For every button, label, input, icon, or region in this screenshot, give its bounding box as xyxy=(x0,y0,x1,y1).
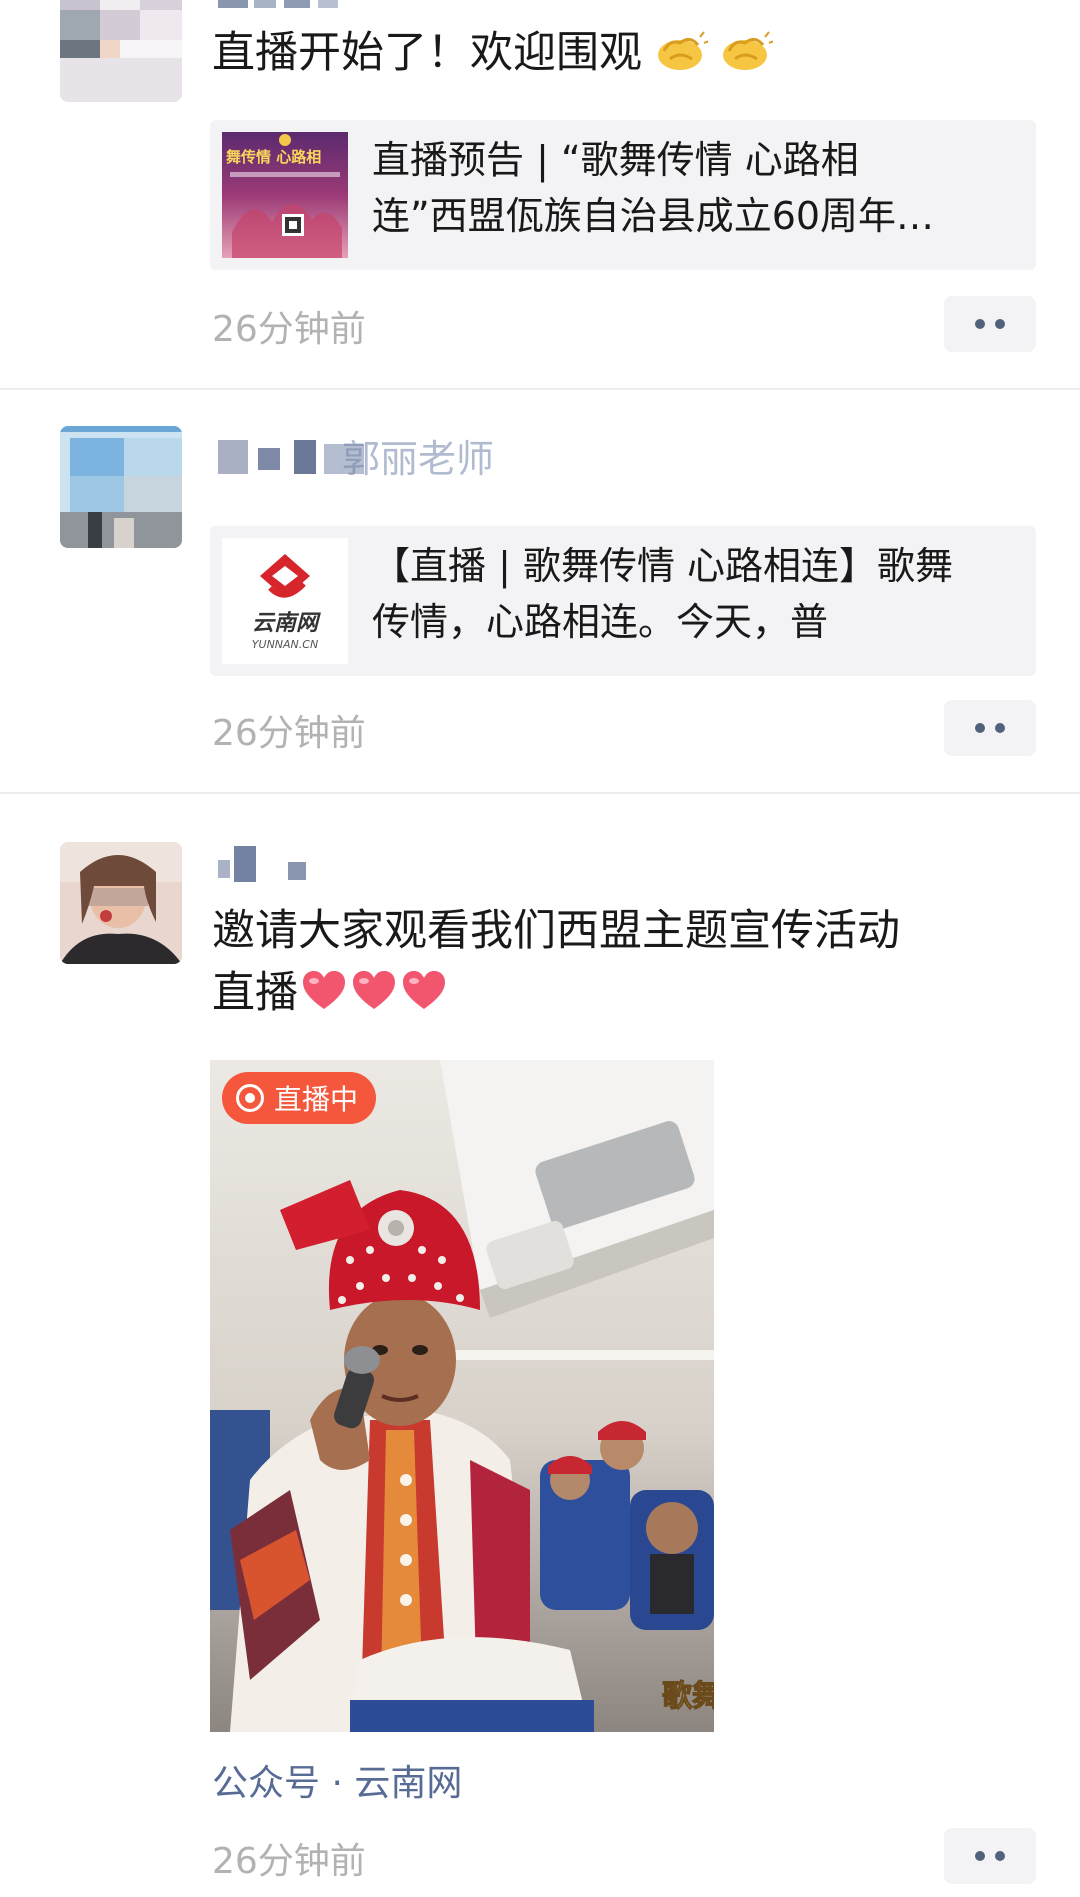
avatar[interactable] xyxy=(60,0,182,102)
link-title-line-1: 直播预告 | “歌舞传情 心路相 xyxy=(372,138,859,182)
dot-icon xyxy=(975,723,985,733)
link-title-line-1: 【直播 | 歌舞传情 心路相连】歌舞 xyxy=(372,544,954,588)
avatar-image xyxy=(60,0,182,102)
post-timestamp: 26分钟前 xyxy=(212,309,366,350)
blurred-name: 郭丽老师 xyxy=(218,437,494,478)
post-text-line-1: 邀请大家观看我们西盟主题宣传活动 xyxy=(212,906,900,956)
more-actions-button[interactable] xyxy=(944,700,1036,756)
clap-icon xyxy=(657,31,708,70)
source-account-link[interactable]: 公众号 · 云南网 xyxy=(212,1754,462,1806)
live-video-card[interactable]: 歌舞 直播中 xyxy=(210,1060,714,1732)
post-divider xyxy=(0,792,1080,794)
link-title-line-2: 传情，心路相连。今天，普 xyxy=(372,600,829,644)
live-status-badge: 直播中 xyxy=(222,1072,377,1124)
post-text-line-2: 直播 xyxy=(212,968,298,1018)
avatar-image xyxy=(60,426,182,548)
link-title: 【直播 | 歌舞传情 心路相连】歌舞 传情，心路相连。今天，普 xyxy=(372,538,1018,650)
avatar[interactable] xyxy=(60,426,182,548)
heart-icon xyxy=(353,971,395,1009)
live-badge-label: 直播中 xyxy=(274,1083,359,1116)
link-title: 直播预告 | “歌舞传情 心路相 连”西盟佤族自治县成立60周年… xyxy=(372,132,1018,244)
shared-link-card[interactable]: 舞传情 心路相 直播预告 | “歌舞传情 心路相 连”西盟佤族自治县成立60周年… xyxy=(210,120,1036,270)
poster-title: 舞传情 心路相 xyxy=(226,148,321,166)
blurred-name-text: 郭丽老师 xyxy=(342,437,494,478)
link-thumbnail: 云南网 YUNNAN.CN xyxy=(222,538,348,664)
link-thumbnail: 舞传情 心路相 xyxy=(222,132,348,258)
blurred-name xyxy=(218,0,338,8)
link-title-line-2: 连”西盟佤族自治县成立60周年… xyxy=(372,194,935,238)
dot-icon xyxy=(995,319,1005,329)
heart-icon xyxy=(403,971,445,1009)
post-timestamp: 26分钟前 xyxy=(212,1841,366,1882)
yunnan-net-logo: 云南网 YUNNAN.CN xyxy=(222,538,348,664)
logo-subtext: YUNNAN.CN xyxy=(252,638,318,651)
author-name-blurred[interactable] xyxy=(214,842,324,886)
post-timestamp: 26分钟前 xyxy=(212,713,366,754)
moment-post: 郭丽老师 云南网 YUNNAN.CN 【直播 | 歌舞传情 心路相连】歌舞 传情… xyxy=(0,392,1080,794)
video-caption-text: 歌舞 xyxy=(662,1679,714,1714)
live-stream-thumbnail: 歌舞 xyxy=(210,1060,714,1732)
shared-link-card[interactable]: 云南网 YUNNAN.CN 【直播 | 歌舞传情 心路相连】歌舞 传情，心路相连… xyxy=(210,526,1036,676)
heart-icon xyxy=(303,971,345,1009)
author-name-blurred[interactable] xyxy=(214,0,364,16)
dot-icon xyxy=(975,319,985,329)
moment-post: 直播开始了！欢迎围观 舞传情 心路相 直播预告 | “歌舞传情 心路相 连”西盟… xyxy=(0,0,1080,390)
dot-icon xyxy=(995,723,1005,733)
dot-icon xyxy=(995,1851,1005,1861)
logo-text: 云南网 xyxy=(252,611,321,636)
clap-icon xyxy=(723,31,774,70)
more-actions-button[interactable] xyxy=(944,296,1036,352)
moment-post: 邀请大家观看我们西盟主题宣传活动 直播 歌舞 直播中 公众号 · 云南网 26分… xyxy=(0,796,1080,1897)
avatar[interactable] xyxy=(60,842,182,964)
moments-feed: 直播开始了！欢迎围观 舞传情 心路相 直播预告 | “歌舞传情 心路相 连”西盟… xyxy=(0,0,1080,1897)
post-divider xyxy=(0,388,1080,390)
post-text-line-2-wrap: 直播 xyxy=(212,962,1042,1024)
blurred-name xyxy=(218,846,306,882)
event-poster-image: 舞传情 心路相 xyxy=(222,132,348,258)
avatar-image xyxy=(60,842,182,964)
post-text-content: 直播开始了！欢迎围观 xyxy=(212,28,642,78)
post-text: 邀请大家观看我们西盟主题宣传活动 直播 xyxy=(212,900,1042,1024)
author-name-blurred[interactable]: 郭丽老师 xyxy=(214,434,574,478)
live-dot-icon xyxy=(236,1084,264,1112)
dot-icon xyxy=(975,1851,985,1861)
post-text: 直播开始了！欢迎围观 xyxy=(212,22,1042,84)
more-actions-button[interactable] xyxy=(944,1828,1036,1884)
